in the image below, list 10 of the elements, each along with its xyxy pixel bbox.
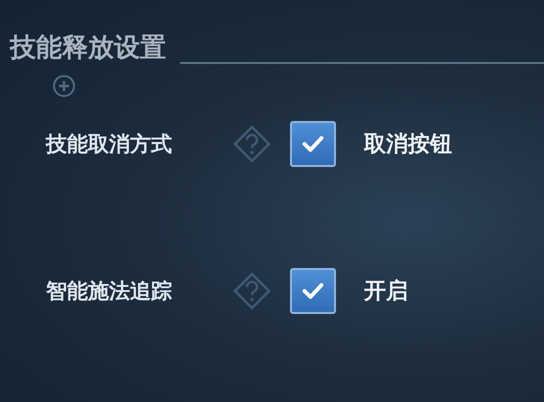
plus-circle-icon[interactable] [52,74,76,98]
section-title: 技能释放设置 [10,32,166,65]
setting-value: 开启 [364,278,408,306]
setting-value: 取消按钮 [364,131,452,159]
setting-label: 智能施法追踪 [46,278,173,305]
checkbox[interactable] [290,268,336,314]
help-icon[interactable] [232,124,272,164]
help-icon[interactable] [232,271,272,311]
setting-label: 技能取消方式 [46,131,173,158]
checkbox[interactable] [290,121,336,167]
